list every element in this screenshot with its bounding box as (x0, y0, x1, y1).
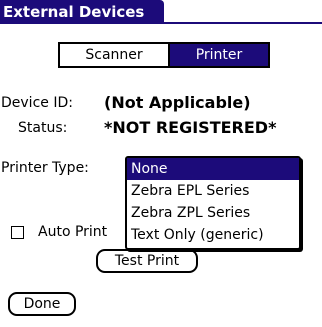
option-label: Zebra ZPL Series (131, 205, 251, 221)
tab-printer[interactable]: Printer (168, 42, 270, 68)
printer-type-option-zebra-zpl[interactable]: Zebra ZPL Series (127, 202, 299, 224)
test-print-label: Test Print (114, 253, 180, 269)
app-title: External Devices (0, 0, 164, 24)
auto-print-checkbox[interactable] (11, 226, 24, 239)
title-underline (0, 22, 322, 24)
test-print-button[interactable]: Test Print (96, 249, 198, 273)
device-id-label: Device ID: (1, 95, 73, 111)
status-value: *NOT REGISTERED* (104, 118, 277, 137)
option-label: None (131, 161, 168, 177)
device-id-value: (Not Applicable) (104, 93, 251, 112)
done-button[interactable]: Done (8, 292, 76, 316)
auto-print-label: Auto Print (38, 224, 108, 240)
tab-printer-label: Printer (195, 47, 243, 63)
status-label: Status: (18, 120, 68, 136)
option-label: Zebra EPL Series (131, 183, 250, 199)
tab-scanner[interactable]: Scanner (58, 42, 168, 68)
printer-type-option-none[interactable]: None (127, 158, 299, 180)
printer-type-option-text-only[interactable]: Text Only (generic) (127, 224, 299, 246)
printer-type-dropdown[interactable]: None Zebra EPL Series Zebra ZPL Series T… (125, 156, 301, 250)
done-label: Done (23, 296, 61, 312)
tab-scanner-label: Scanner (85, 47, 143, 63)
printer-type-label: Printer Type: (1, 160, 89, 176)
printer-type-option-zebra-epl[interactable]: Zebra EPL Series (127, 180, 299, 202)
option-label: Text Only (generic) (131, 227, 264, 243)
